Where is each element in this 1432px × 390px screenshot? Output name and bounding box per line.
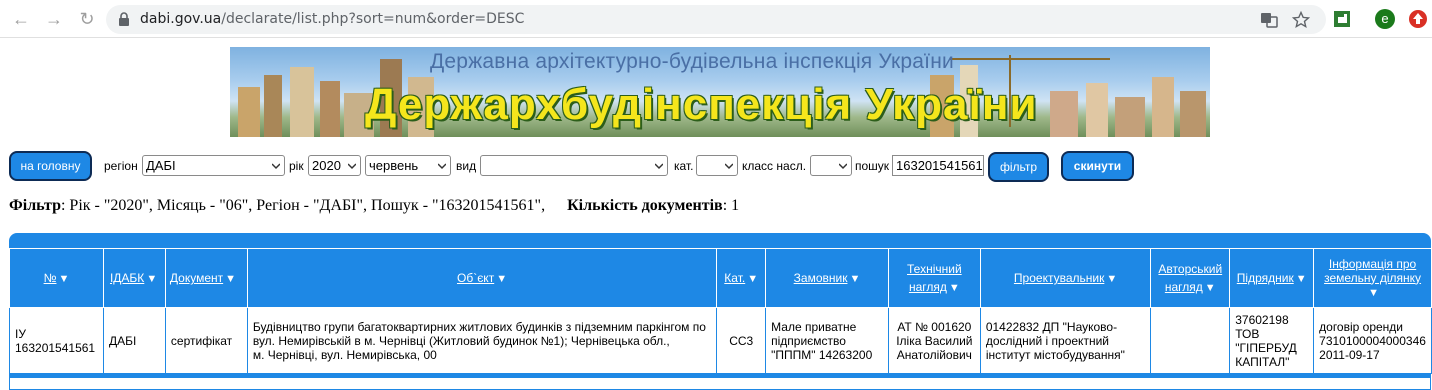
cell-land-info: договір оренди 7310100004000346 2011-09-17 <box>1313 307 1432 374</box>
sort-triangle-icon: ▼ <box>948 281 960 294</box>
column-header-category[interactable]: Кат. ▼ <box>716 248 767 308</box>
bookmark-star-icon[interactable] <box>1292 11 1310 29</box>
filter-summary-label: Фільтр <box>9 197 61 214</box>
banner-title: Держархбудінспекція України <box>365 80 1038 129</box>
sort-triangle-icon: ▼ <box>1204 281 1216 294</box>
column-header-technical-supervision[interactable]: Технічний нагляд ▼ <box>887 248 981 308</box>
address-bar[interactable]: dabi.gov.ua/declarate/list.php?sort=num&… <box>106 5 1326 34</box>
reset-button[interactable]: скинути <box>1061 151 1134 181</box>
column-header-land-info[interactable]: Інформація про земельну ділянку ▼ <box>1313 248 1432 308</box>
reload-icon[interactable]: ↻ <box>76 8 98 30</box>
back-arrow-icon[interactable]: ← <box>10 8 32 30</box>
lock-icon <box>119 12 129 26</box>
column-header-customer[interactable]: Замовник ▼ <box>765 248 889 308</box>
profile-avatar[interactable]: e <box>1375 9 1395 29</box>
chevron-down-icon <box>655 163 663 170</box>
sort-triangle-icon: ▼ <box>496 273 508 285</box>
year-label: рік <box>289 159 304 173</box>
forward-arrow-icon[interactable]: → <box>43 8 65 30</box>
document-count-value: : 1 <box>722 197 740 214</box>
cell-idabk: ДАБІ <box>102 307 166 374</box>
chevron-down-icon <box>438 163 446 170</box>
column-header-designer[interactable]: Проектувальник ▼ <box>979 248 1152 308</box>
sort-triangle-icon: ▼ <box>747 273 759 285</box>
sort-triangle-icon: ▼ <box>1295 273 1307 285</box>
year-select[interactable]: 2020 <box>308 155 361 176</box>
column-header-author-supervision[interactable]: Авторський нагляд ▼ <box>1150 248 1231 308</box>
column-header-object[interactable]: Об`єкт ▼ <box>246 248 718 308</box>
filter-button[interactable]: фільтр <box>988 152 1049 182</box>
column-header-document[interactable]: Документ ▼ <box>164 248 248 308</box>
column-header-idabk[interactable]: ІДАБК ▼ <box>102 248 166 308</box>
url-text: dabi.gov.ua/declarate/list.php?sort=num&… <box>140 11 525 27</box>
region-label: регіон <box>104 159 138 173</box>
sort-triangle-icon: ▼ <box>225 273 237 285</box>
cell-document: сертифікат <box>164 307 248 374</box>
cell-customer: Мале приватне підприємство "ПППМ" 14263200 <box>765 307 889 374</box>
type-label: вид <box>456 159 477 173</box>
chevron-down-icon <box>348 163 356 170</box>
banner-subtitle: Державна архітектурно-будівельна інспекц… <box>430 50 954 73</box>
sort-triangle-icon: ▼ <box>849 273 861 285</box>
update-arrow-icon[interactable] <box>1408 9 1428 29</box>
chevron-down-icon <box>725 163 733 170</box>
table-footer <box>9 377 1431 390</box>
search-input[interactable]: 163201541561 <box>892 155 984 176</box>
cell-contractor: 37602198 ТОВ "ГІПЕРБУД КАПІТАЛ" <box>1229 307 1315 374</box>
document-count-label: Кількість документів <box>567 197 723 214</box>
class-label: класс насл. <box>742 159 807 173</box>
cell-number: ІУ 163201541561 <box>9 307 104 374</box>
sort-triangle-icon: ▼ <box>1368 286 1380 299</box>
chevron-down-icon <box>272 163 280 170</box>
home-button[interactable]: на головну <box>9 151 92 181</box>
cell-technical-supervision: АТ № 001620 Іліка Василий Анатолійович <box>887 307 981 374</box>
type-select[interactable] <box>480 155 668 176</box>
filter-summary-text: : Рік - "2020", Місяць - "06", Регіон - … <box>60 197 546 214</box>
browser-toolbar: ← → ↻ dabi.gov.ua/declarate/list.php?sor… <box>0 0 1432 38</box>
sort-triangle-icon: ▼ <box>58 273 70 285</box>
cell-designer: 01422832 ДП "Науково-дослідний і проектн… <box>979 307 1152 374</box>
table-header-row: № ▼ ІДАБК ▼ Документ ▼ Об`єкт ▼ Кат. ▼ Замовн… <box>9 248 1432 308</box>
filter-summary: Фільтр: Рік - "2020", Місяць - "06", Рег… <box>9 197 739 215</box>
table-row[interactable]: ІУ 163201541561 ДАБІ сертифікат Будівницт… <box>9 307 1432 374</box>
site-banner: Державна архітектурно-будівельна інспекц… <box>230 47 1210 137</box>
cell-category: СС3 <box>716 307 767 374</box>
results-table: № ▼ ІДАБК ▼ Документ ▼ Об`єкт ▼ Кат. ▼ Замовн… <box>9 248 1432 374</box>
column-header-contractor[interactable]: Підрядник ▼ <box>1229 248 1315 308</box>
category-select[interactable] <box>696 155 738 176</box>
column-header-number[interactable]: № ▼ <box>9 248 104 308</box>
region-select[interactable]: ДАБІ <box>142 155 285 176</box>
extension-icon[interactable] <box>1332 9 1352 29</box>
cell-author-supervision <box>1150 307 1231 374</box>
cell-object: Будівництво групи багатоквартирних житло… <box>246 307 718 374</box>
sort-triangle-icon: ▼ <box>1106 273 1118 285</box>
chevron-down-icon <box>839 163 847 170</box>
sort-triangle-icon: ▼ <box>146 273 158 285</box>
month-select[interactable]: червень <box>365 155 451 176</box>
category-label: кат. <box>674 159 694 173</box>
search-label: пошук <box>855 159 890 173</box>
class-select[interactable] <box>810 155 852 176</box>
translate-icon[interactable] <box>1260 11 1278 29</box>
